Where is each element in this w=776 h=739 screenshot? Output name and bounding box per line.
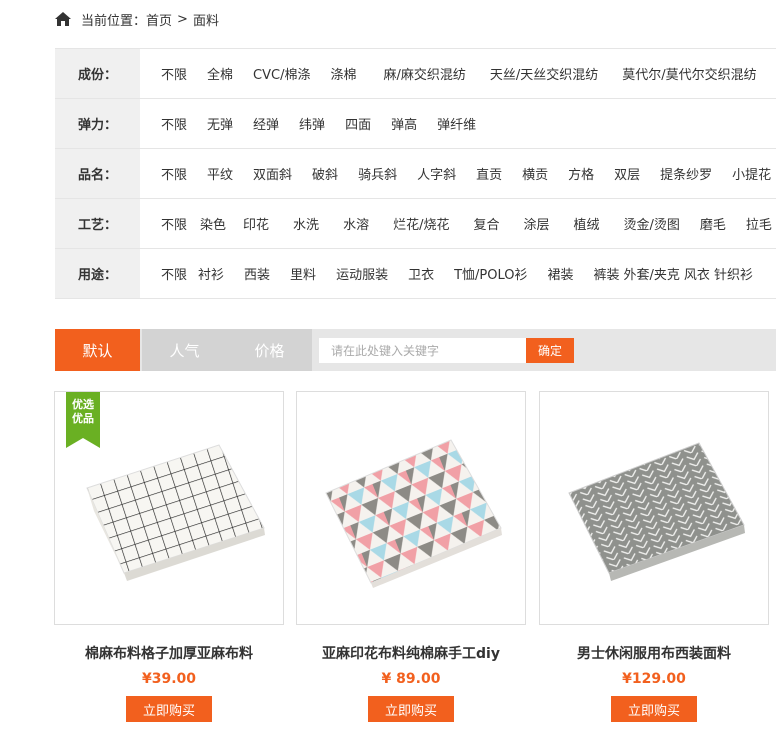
filter-label: 品名：: [55, 149, 140, 198]
breadcrumb-current: 面料: [192, 13, 219, 29]
product-price: ¥129.00: [622, 671, 686, 687]
product-image[interactable]: 优选 优品: [54, 391, 284, 625]
search-input[interactable]: [319, 338, 526, 363]
product-card: 优选 优品 棉麻布料格子加厚亚麻布料 ¥39.00 立即购买: [54, 391, 284, 722]
filter-option[interactable]: 无弹: [207, 114, 233, 133]
filter-option[interactable]: CVC/棉涤: [253, 64, 310, 83]
filter-option[interactable]: 拉毛: [746, 214, 772, 233]
filter-option[interactable]: 针织衫: [714, 264, 753, 283]
buy-now-button[interactable]: 立即购买: [611, 696, 697, 722]
filter-label: 弹力：: [55, 99, 140, 148]
filter-row-usage: 用途： 不限 衬衫 西装 里料 运动服装 卫衣 T恤/POLO衫 裙装 裤装 外…: [55, 249, 776, 299]
filter-option[interactable]: 磨毛: [700, 214, 726, 233]
filter-option[interactable]: 双层: [614, 164, 640, 183]
filter-option[interactable]: 风衣: [684, 264, 710, 283]
filter-label: 工艺：: [55, 199, 140, 248]
filter-option[interactable]: 水洗: [293, 214, 319, 233]
filter-option[interactable]: 涂层: [523, 214, 549, 233]
breadcrumb: 当前位置： 首页 > 面料: [55, 9, 219, 29]
filter-option[interactable]: 双面斜: [253, 164, 292, 183]
filter-option[interactable]: 植绒: [574, 214, 600, 233]
filter-options: 不限 无弹 经弹 纬弹 四面 弹高 弹纤维: [140, 99, 476, 148]
product-price: ¥39.00: [141, 671, 197, 687]
filter-options: 不限 全棉 CVC/棉涤 涤棉 麻/麻交织混纺 天丝/天丝交织混纺 莫代尔/莫代…: [140, 49, 757, 98]
filter-options: 不限 平纹 双面斜 破斜 骑兵斜 人字斜 直贡 横贡 方格 双层 提条纱罗 小提…: [140, 149, 771, 198]
badge-label: 优选 优品: [72, 398, 94, 425]
filter-option[interactable]: 裙装: [548, 264, 574, 283]
filter-option[interactable]: 不限: [161, 64, 187, 83]
filter-option[interactable]: 不限: [161, 164, 187, 183]
filter-option[interactable]: 印花: [243, 214, 269, 233]
filter-options: 不限 染色 印花 水洗 水溶 烂花/烧花 复合 涂层 植绒 烫金/烫图 磨毛 拉…: [140, 199, 772, 248]
filter-option[interactable]: 小提花: [732, 164, 771, 183]
product-card: 亚麻印花布料纯棉麻手工diy ¥ 89.00 立即购买: [296, 391, 526, 722]
filter-option[interactable]: 全棉: [207, 64, 233, 83]
product-card: 男士休闲服用布西装面料 ¥129.00 立即购买: [539, 391, 769, 722]
filter-option[interactable]: 麻/麻交织混纺: [383, 64, 465, 83]
filter-option[interactable]: 烫金/烫图: [624, 214, 680, 233]
breadcrumb-label: 当前位置：: [81, 13, 147, 29]
grid-fabric-image: [86, 444, 265, 583]
filter-option[interactable]: 平纹: [207, 164, 233, 183]
filter-option[interactable]: 人字斜: [417, 164, 456, 183]
filter-option[interactable]: 衬衫: [198, 264, 224, 283]
filter-option[interactable]: 运动服装: [336, 264, 388, 283]
sort-bar: 默认 人气 价格 确定: [55, 329, 776, 371]
filter-option[interactable]: 莫代尔/莫代尔交织混纺: [622, 64, 756, 83]
filter-option[interactable]: 纬弹: [299, 114, 325, 133]
filter-option[interactable]: 染色: [200, 214, 226, 233]
filter-panel: 成份： 不限 全棉 CVC/棉涤 涤棉 麻/麻交织混纺 天丝/天丝交织混纺 莫代…: [55, 48, 776, 299]
search-confirm-button[interactable]: 确定: [526, 338, 574, 363]
filter-label: 成份：: [55, 49, 140, 98]
product-image[interactable]: [296, 391, 526, 625]
filter-row-product-name: 品名： 不限 平纹 双面斜 破斜 骑兵斜 人字斜 直贡 横贡 方格 双层 提条纱…: [55, 149, 776, 199]
sort-tab-popularity[interactable]: 人气: [142, 329, 227, 371]
sort-tab-price[interactable]: 价格: [227, 329, 312, 371]
filter-option[interactable]: 弹高: [391, 114, 417, 133]
buy-now-button[interactable]: 立即购买: [368, 696, 454, 722]
sort-tab-default[interactable]: 默认: [55, 329, 140, 371]
product-name[interactable]: 棉麻布料格子加厚亚麻布料: [54, 643, 284, 663]
filter-option[interactable]: 裤装: [594, 264, 620, 283]
herringbone-fabric-image: [568, 442, 745, 581]
filter-option[interactable]: 方格: [568, 164, 594, 183]
filter-option[interactable]: 复合: [473, 214, 499, 233]
filter-option[interactable]: T恤/POLO衫: [454, 264, 527, 283]
filter-option[interactable]: 卫衣: [408, 264, 434, 283]
filter-option[interactable]: 不限: [161, 264, 187, 283]
filter-option[interactable]: 外套/夹克: [624, 264, 680, 283]
breadcrumb-separator: >: [177, 11, 188, 27]
filter-options: 不限 衬衫 西装 里料 运动服装 卫衣 T恤/POLO衫 裙装 裤装 外套/夹克…: [140, 249, 753, 298]
filter-option[interactable]: 提条纱罗: [660, 164, 712, 183]
filter-option[interactable]: 横贡: [522, 164, 548, 183]
filter-label: 用途：: [55, 249, 140, 298]
filter-option[interactable]: 涤棉: [330, 64, 356, 83]
filter-option[interactable]: 不限: [161, 214, 187, 233]
filter-option[interactable]: 经弹: [253, 114, 279, 133]
product-name[interactable]: 亚麻印花布料纯棉麻手工diy: [296, 643, 526, 663]
product-price: ¥ 89.00: [381, 671, 441, 687]
filter-option[interactable]: 弹纤维: [437, 114, 476, 133]
buy-now-button[interactable]: 立即购买: [126, 696, 212, 722]
filter-option[interactable]: 直贡: [476, 164, 502, 183]
filter-option[interactable]: 西装: [244, 264, 270, 283]
filter-option[interactable]: 四面: [345, 114, 371, 133]
filter-option[interactable]: 不限: [161, 114, 187, 133]
product-name[interactable]: 男士休闲服用布西装面料: [539, 643, 769, 663]
filter-option[interactable]: 里料: [290, 264, 316, 283]
filter-option[interactable]: 天丝/天丝交织混纺: [490, 64, 598, 83]
home-icon[interactable]: [55, 12, 71, 26]
breadcrumb-home-link[interactable]: 首页: [146, 10, 172, 29]
product-image[interactable]: [539, 391, 769, 625]
filter-row-elasticity: 弹力： 不限 无弹 经弹 纬弹 四面 弹高 弹纤维: [55, 99, 776, 149]
triangle-fabric-image: [325, 439, 502, 588]
filter-row-process: 工艺： 不限 染色 印花 水洗 水溶 烂花/烧花 复合 涂层 植绒 烫金/烫图 …: [55, 199, 776, 249]
filter-option[interactable]: 烂花/烧花: [393, 214, 449, 233]
filter-row-composition: 成份： 不限 全棉 CVC/棉涤 涤棉 麻/麻交织混纺 天丝/天丝交织混纺 莫代…: [55, 49, 776, 99]
filter-option[interactable]: 骑兵斜: [358, 164, 397, 183]
filter-option[interactable]: 破斜: [312, 164, 338, 183]
filter-option[interactable]: 水溶: [343, 214, 369, 233]
